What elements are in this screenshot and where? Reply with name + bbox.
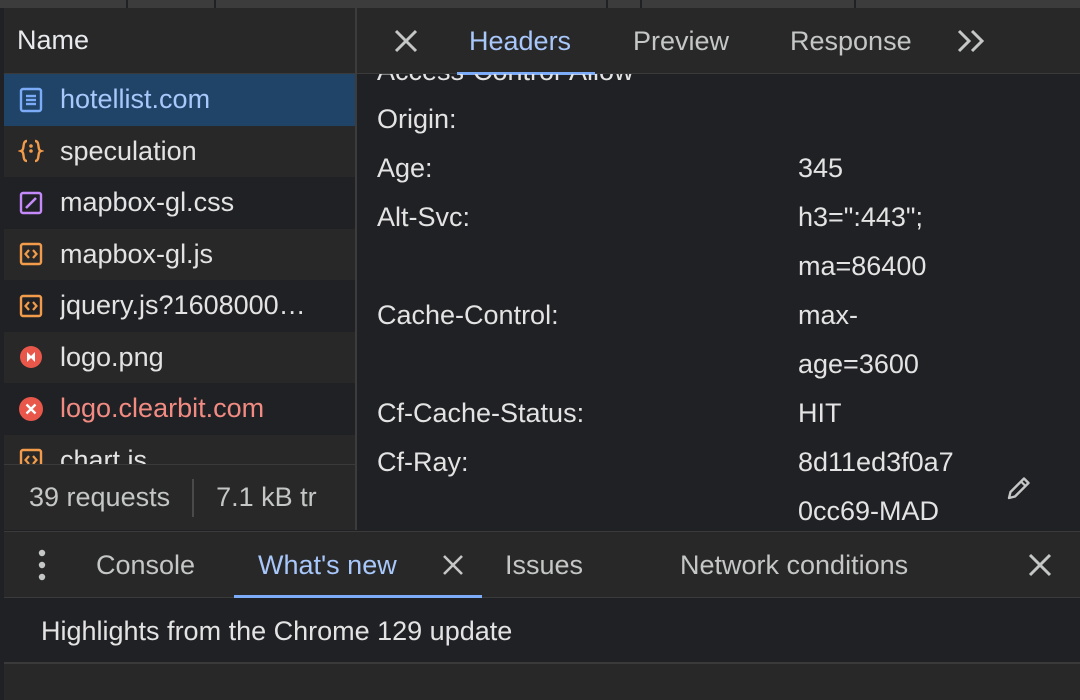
image-icon — [18, 344, 44, 370]
toolbar-segment — [642, 0, 856, 8]
tab-issues[interactable]: Issues — [505, 532, 583, 598]
script-icon — [18, 293, 44, 319]
header-name: Cache-Control: — [377, 300, 559, 331]
edit-header-button[interactable] — [1004, 473, 1034, 503]
request-row-mapbox-js[interactable]: mapbox-gl.js — [4, 229, 355, 281]
header-value: max- — [798, 300, 858, 331]
close-details-button[interactable] — [389, 24, 423, 58]
tab-label: Issues — [505, 550, 583, 581]
request-count: 39 requests — [4, 482, 192, 513]
close-icon — [1024, 549, 1056, 581]
close-whats-new-tab-button[interactable] — [440, 552, 466, 578]
request-name: logo.png — [60, 342, 164, 373]
header-value: HIT — [798, 398, 842, 429]
request-name: mapbox-gl.css — [60, 187, 234, 218]
name-column-label: Name — [17, 25, 89, 56]
request-details-panel: Headers Preview Response Access-Control-… — [357, 8, 1080, 530]
tab-whats-new[interactable]: What's new — [258, 532, 397, 598]
request-name: mapbox-gl.js — [60, 239, 213, 270]
drawer-menu-button[interactable] — [32, 548, 52, 582]
header-value: 0cc69-MAD — [798, 496, 939, 527]
request-name: chart.js — [60, 445, 147, 464]
header-value: 8d11ed3f0a7 — [798, 447, 954, 478]
tab-label: Preview — [633, 26, 729, 57]
request-row-logo-png[interactable]: logo.png — [4, 332, 355, 384]
tab-preview[interactable]: Preview — [633, 8, 729, 74]
request-name: hotellist.com — [60, 84, 210, 115]
stylesheet-icon — [18, 190, 44, 216]
document-icon — [18, 87, 44, 113]
close-icon — [440, 552, 466, 578]
header-value: ma=86400 — [798, 251, 926, 282]
header-name: Access-Control-Allow- — [377, 74, 643, 87]
toolbar-segment — [608, 0, 642, 8]
request-row-clearbit[interactable]: logo.clearbit.com — [4, 383, 355, 435]
tab-label: What's new — [258, 550, 397, 581]
more-vertical-icon — [32, 548, 52, 582]
json-icon — [18, 138, 44, 164]
error-icon — [18, 396, 44, 422]
request-row-speculation[interactable]: speculation — [4, 126, 355, 178]
request-row-jquery[interactable]: jquery.js?1608000… — [4, 280, 355, 332]
toolbar-segment — [0, 0, 128, 8]
header-name: Cf-Ray: — [377, 447, 469, 478]
header-value: 345 — [798, 153, 843, 184]
script-icon — [18, 241, 44, 267]
request-name: jquery.js?1608000… — [60, 290, 306, 321]
toolbar-segment — [128, 0, 216, 8]
request-row-mapbox-css[interactable]: mapbox-gl.css — [4, 177, 355, 229]
header-name: Origin: — [377, 104, 457, 135]
tab-label: Headers — [469, 26, 571, 57]
header-name: Age: — [377, 153, 433, 184]
request-list[interactable]: hotellist.com speculation mapbox-gl.css … — [4, 74, 355, 464]
response-headers-list: Access-Control-Allow- Origin: Age: 345 A… — [357, 74, 1080, 530]
tab-headers[interactable]: Headers — [469, 8, 571, 74]
tab-label: Response — [790, 26, 912, 57]
network-request-list-panel: Name hotellist.com speculation mapbox-gl… — [4, 8, 355, 530]
request-row-chart-js[interactable]: chart.js — [4, 435, 355, 465]
name-column-header[interactable]: Name — [4, 8, 355, 74]
pencil-icon — [1004, 473, 1034, 503]
tab-label: Console — [96, 550, 195, 581]
tab-label: Network conditions — [680, 550, 908, 581]
request-name: logo.clearbit.com — [60, 393, 264, 424]
tab-network-conditions[interactable]: Network conditions — [680, 532, 908, 598]
double-chevron-right-icon — [955, 25, 989, 57]
header-name: Cf-Cache-Status: — [377, 398, 584, 429]
transferred-size: 7.1 kB tr — [194, 482, 317, 513]
script-icon — [18, 447, 44, 464]
header-value: age=3600 — [798, 349, 919, 380]
whats-new-headline[interactable]: Highlights from the Chrome 129 update — [41, 616, 512, 647]
header-name: Alt-Svc: — [377, 202, 470, 233]
request-row-hotellist[interactable]: hotellist.com — [4, 74, 355, 126]
close-icon — [389, 24, 423, 58]
tab-response[interactable]: Response — [790, 8, 912, 74]
close-drawer-button[interactable] — [1024, 549, 1056, 581]
details-tab-bar: Headers Preview Response — [357, 8, 1080, 74]
more-tabs-button[interactable] — [955, 25, 989, 57]
drawer-footer — [4, 664, 1080, 700]
header-value: h3=":443"; — [798, 202, 923, 233]
tab-console[interactable]: Console — [96, 532, 195, 598]
network-summary-bar: 39 requests 7.1 kB tr — [4, 464, 355, 530]
toolbar-segment — [216, 0, 608, 8]
drawer-tab-bar: Console What's new Issues Network condit… — [4, 531, 1080, 598]
request-name: speculation — [60, 136, 197, 167]
top-toolbar-strip — [0, 0, 1080, 8]
